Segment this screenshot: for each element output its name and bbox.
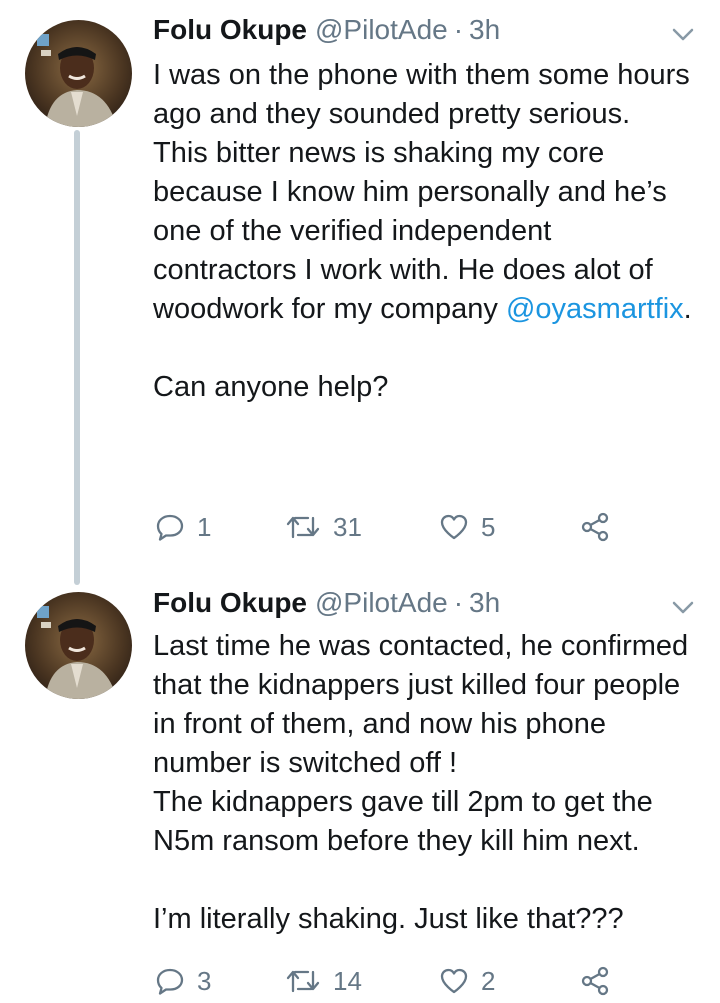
tweet-paragraph: Can anyone help? — [153, 371, 389, 403]
reply-button[interactable]: 3 — [155, 961, 211, 1001]
tweet-paragraph: Last time he was contacted, he confirmed… — [153, 630, 689, 779]
author-handle[interactable]: @PilotAde — [315, 587, 448, 619]
tweet-paragraph: I was on the phone with them some hours … — [153, 59, 690, 130]
author-handle[interactable]: @PilotAde — [315, 14, 448, 46]
chevron-down-icon[interactable] — [672, 601, 694, 615]
like-count: 5 — [481, 511, 496, 542]
retweet-count: 14 — [333, 965, 362, 996]
share-button[interactable] — [579, 961, 611, 1001]
author-name[interactable]: Folu Okupe — [153, 587, 307, 619]
tweet[interactable]: Folu Okupe @PilotAde · 3h Last time he w… — [0, 580, 720, 1003]
like-count: 2 — [481, 965, 496, 996]
timestamp[interactable]: 3h — [469, 587, 500, 619]
like-button[interactable]: 2 — [439, 961, 495, 1001]
tweet[interactable]: Folu Okupe @PilotAde · 3h I was on the p… — [0, 0, 720, 580]
reply-button[interactable]: 1 — [155, 507, 211, 547]
tweet-paragraph: This bitter news is shaking my core beca… — [153, 134, 701, 329]
like-button[interactable]: 5 — [439, 507, 495, 547]
tweet-header: Folu Okupe @PilotAde · 3h — [153, 587, 690, 623]
share-icon — [579, 965, 611, 997]
tweet-paragraph: I’m literally shaking. Just like that??? — [153, 903, 624, 935]
tweet-text: I was on the phone with them some hours … — [153, 56, 701, 407]
mention-link[interactable]: @oyasmartfix — [506, 293, 684, 325]
separator-dot: · — [453, 587, 464, 618]
separator-dot: · — [453, 14, 464, 45]
avatar[interactable] — [25, 20, 132, 127]
reply-count: 1 — [197, 511, 212, 542]
tweet-text: Last time he was contacted, he confirmed… — [153, 627, 701, 939]
share-button[interactable] — [579, 507, 611, 547]
heart-icon — [439, 513, 469, 541]
share-icon — [579, 511, 611, 543]
reply-icon — [155, 967, 185, 995]
tweet-actions: 3 14 2 — [153, 961, 673, 1001]
author-name[interactable]: Folu Okupe — [153, 14, 307, 46]
retweet-count: 31 — [333, 511, 362, 542]
tweet-actions: 1 31 5 — [153, 507, 673, 547]
tweet-header: Folu Okupe @PilotAde · 3h — [153, 14, 690, 50]
timestamp[interactable]: 3h — [469, 14, 500, 46]
reply-icon — [155, 513, 185, 541]
chevron-down-icon[interactable] — [672, 28, 694, 42]
retweet-button[interactable]: 31 — [285, 507, 362, 547]
tweet-text-segment: . — [683, 293, 692, 325]
retweet-button[interactable]: 14 — [285, 961, 362, 1001]
retweet-icon — [285, 967, 321, 995]
tweet-paragraph: The kidnappers gave till 2pm to get the … — [153, 786, 653, 857]
heart-icon — [439, 967, 469, 995]
avatar[interactable] — [25, 592, 132, 699]
retweet-icon — [285, 513, 321, 541]
reply-count: 3 — [197, 965, 212, 996]
